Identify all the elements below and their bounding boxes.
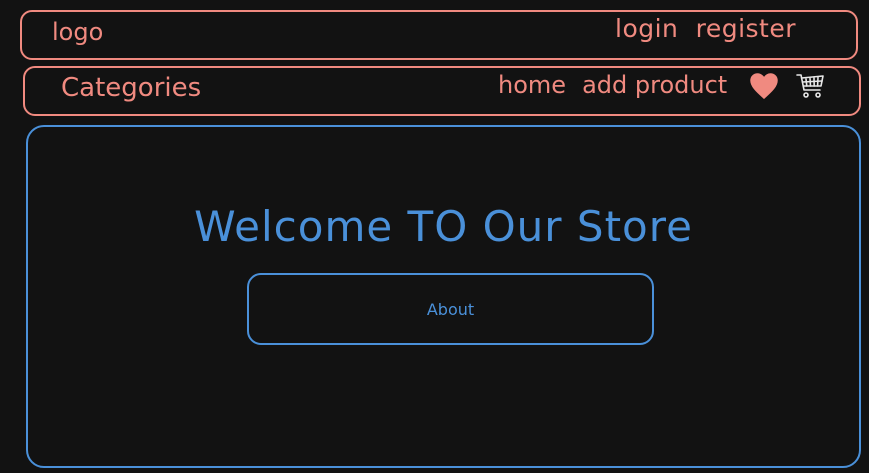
logo[interactable]: logo xyxy=(52,20,103,44)
home-link[interactable]: home xyxy=(498,71,566,99)
auth-links: login register xyxy=(615,16,796,41)
register-link[interactable]: register xyxy=(696,14,796,43)
categories-menu[interactable]: Categories xyxy=(61,75,201,101)
login-link[interactable]: login xyxy=(615,14,678,43)
about-button[interactable]: About xyxy=(247,273,654,345)
add-product-link[interactable]: add product xyxy=(582,71,727,99)
cart-icon[interactable] xyxy=(795,71,825,101)
heart-icon[interactable] xyxy=(748,71,780,101)
nav-links: home add product xyxy=(498,73,727,97)
hero-title: Welcome TO Our Store xyxy=(194,202,693,251)
